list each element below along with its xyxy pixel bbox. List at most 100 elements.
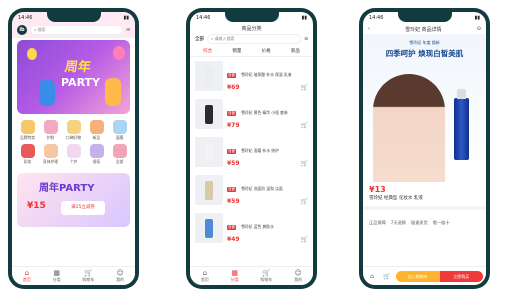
category-item[interactable]: 香氛 [86,144,107,165]
product-bottle [205,181,213,200]
add-cart-icon[interactable]: 🛒 [301,160,308,167]
category-icon [20,144,35,158]
category-label: 个护 [69,159,78,164]
service-tag: 正品保障 [369,220,386,225]
product-list: 自营 雪玲妃 玻尿酸 补水 保湿 乳液 ¥69 🛒 自营 雪玲妃 黑色 精华 小瓶 套… [190,57,313,247]
home-icon: ⌂ [202,269,208,277]
home-screen: 14:46 ▮▮ ib ⌕ 搜索 ✉ 周年 PARTY 品牌特卖 护肤 口碑好物 新品… [12,12,135,285]
category-icon [66,144,81,158]
filter-tab[interactable]: 销量 [232,48,241,54]
category-item[interactable]: 彩妆 [17,144,38,165]
category-item[interactable]: 身体护理 [40,144,61,165]
self-run-badge: 自营 [227,111,236,116]
notch [46,12,101,22]
tab-cart[interactable]: 🛒 购物车 [82,269,94,283]
category-label: 口碑好物 [65,135,82,140]
message-icon[interactable]: ✉ [126,28,130,33]
product-row[interactable]: 自营 雪玲妃 洗面奶 温和 洁面 ¥59 🛒 [190,171,313,209]
divider [363,206,486,210]
service-tag: 极速发货 [411,220,428,225]
cart-icon: 🛒 [84,269,93,277]
category-item[interactable]: 口碑好物 [63,120,84,141]
product-name: 雪玲妃 经典型 化妆水 乳液 [369,196,423,201]
product-desc: 雪玲妃 黑色 精华 小瓶 套装 [241,110,288,115]
category-label: 彩妆 [23,159,32,164]
category-dropdown[interactable]: 全部 [195,36,204,42]
category-screen: 14:46 ▮▮ 商品分类 全部 ⌕ 请输入搜索 ⊙ 综合 销量 价格 新品 自营 雪… [190,12,313,285]
back-icon[interactable]: ‹ [368,26,370,32]
search-input[interactable]: ⌕ 请输入搜索 [207,34,302,44]
store-icon[interactable]: ⌂ [366,273,378,280]
user-icon: ☺ [116,269,124,277]
search-icon: ⌕ [34,27,37,32]
tab-bar: ⌂ 首页 ▦ 分类 🛒 购物车 ☺ 我的 [12,266,135,285]
category-label: 护肤 [46,135,55,140]
promo-price: ¥15 [27,201,46,211]
product-price: ¥59 [227,198,240,205]
cart-icon[interactable]: 🛒 [381,273,393,280]
filter-tab[interactable]: 价格 [262,48,271,54]
product-headline: 四季呵护 焕现白皙美肌 [385,49,464,58]
category-item[interactable]: 全部 [109,144,130,165]
add-cart-icon[interactable]: 🛒 [301,198,308,205]
more-icon[interactable]: ⊙ [304,37,308,42]
product-desc: 雪玲妃 蓝色 爽肤水 [241,224,274,229]
product-desc: 雪玲妃 玻尿酸 补水 保湿 乳液 [241,72,292,77]
user-icon: ☺ [294,269,302,277]
share-icon[interactable]: ⊙ [477,26,481,32]
hero-banner[interactable]: 周年 PARTY [17,40,130,114]
product-row[interactable]: 自营 雪玲妃 面霜 补水 修护 ¥59 🛒 [190,133,313,171]
search-input[interactable]: ⌕ 搜索 [30,25,124,35]
filter-tab[interactable]: 综合 [203,48,212,54]
home-icon: ⌂ [24,269,30,277]
buy-now-button[interactable]: 立即购买 [439,270,483,282]
tab-category[interactable]: ▦ 分类 [231,269,239,283]
tab-profile[interactable]: ☺ 我的 [294,269,302,283]
category-item[interactable]: 新品 [86,120,107,141]
product-row[interactable]: 自营 雪玲妃 玻尿酸 补水 保湿 乳液 ¥69 🛒 [190,57,313,95]
category-icon [112,144,127,158]
product-thumbnail [195,175,223,205]
category-item[interactable]: 护肤 [40,120,61,141]
category-item[interactable]: 个护 [63,144,84,165]
add-cart-icon[interactable]: 🛒 [301,84,308,91]
app-logo: ib [17,25,27,35]
tab-home[interactable]: ⌂ 首页 [23,269,31,283]
status-time: 14:46 [196,15,211,21]
grid-icon: ▦ [53,269,60,277]
detail-screen: 14:46 ▮▮ ‹ 雪玲妃 商品详情 ⊙ 雪玲妃 年度 焕新 四季呵护 焕现白… [363,12,486,285]
filter-bar: 综合 销量 价格 新品 [190,44,313,57]
add-cart-icon[interactable]: 🛒 [301,236,308,243]
tab-cart[interactable]: 🛒 购物车 [260,269,272,283]
service-tags: 正品保障 7天退换 极速发货 假一赔十 [363,214,486,226]
category-label: 身体护理 [42,159,59,164]
promo-coupon: 满15立减券 [61,201,105,215]
product-thumbnail [195,213,223,243]
category-icon [43,144,58,158]
product-thumbnail [195,137,223,167]
tab-home[interactable]: ⌂ 首页 [201,269,209,283]
product-price: ¥49 [227,236,240,243]
self-run-badge: 自营 [227,73,236,78]
balloon-decoration [113,46,125,60]
category-item[interactable]: 品牌特卖 [17,120,38,141]
tab-profile[interactable]: ☺ 我的 [116,269,124,283]
character-figure [39,80,55,106]
add-cart-icon[interactable]: 🛒 [301,122,308,129]
product-image[interactable]: 雪玲妃 年度 焕新 四季呵护 焕现白皙美肌 [363,34,486,182]
product-thumbnail [195,61,223,91]
product-row[interactable]: 自营 雪玲妃 黑色 精华 小瓶 套装 ¥79 🛒 [190,95,313,133]
add-to-cart-button[interactable]: 加入购物车 [396,270,440,282]
tab-category[interactable]: ▦ 分类 [53,269,61,283]
product-row[interactable]: 自营 雪玲妃 蓝色 爽肤水 ¥49 🛒 [190,209,313,247]
model-photo [373,74,445,182]
grid-icon: ▦ [231,269,238,277]
product-desc: 雪玲妃 面霜 补水 修护 [241,148,279,153]
promo-banner[interactable]: 周年PARTY ¥15 满15立减券 [17,173,130,227]
product-price: ¥59 [227,160,240,167]
battery-icon: ▮▮ [474,15,480,21]
filter-tab[interactable]: 新品 [291,48,300,54]
search-icon: ⌕ [211,36,214,41]
category-label: 全部 [115,159,124,164]
category-item[interactable]: 面膜 [109,120,130,141]
